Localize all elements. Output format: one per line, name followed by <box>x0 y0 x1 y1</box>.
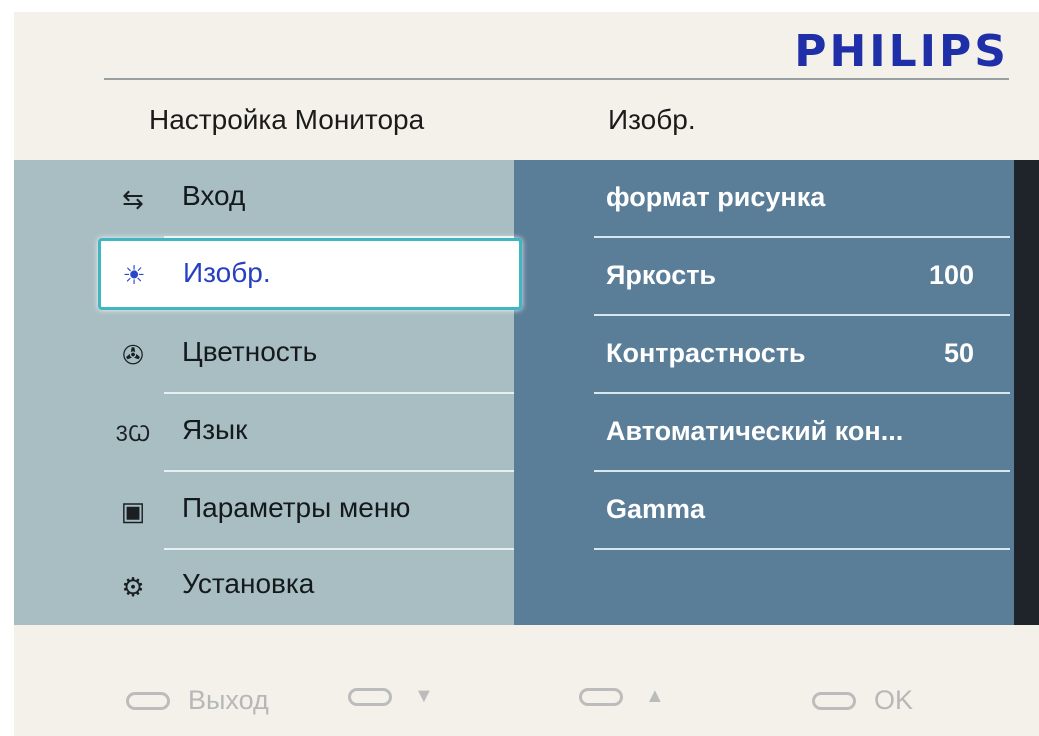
exit-label: Выход <box>188 685 269 715</box>
up-arrow-icon: ▲ <box>645 685 665 707</box>
menu-item-setup[interactable]: ⚙ Установка <box>14 548 514 626</box>
menu-item-menu-settings[interactable]: ▣ Параметры меню <box>14 472 514 550</box>
setup-gear-icon: ⚙ <box>121 571 145 602</box>
button-pill-icon <box>126 691 170 710</box>
brightness-icon: ☀ <box>122 259 146 290</box>
menu-title: Настройка Монитора <box>149 104 425 135</box>
menu-settings-icon: ▣ <box>120 495 146 526</box>
submenu-item-label: формат рисунка <box>606 182 826 212</box>
brightness-value: 100 <box>928 260 974 290</box>
submenu-item-label: Контрастность <box>606 338 806 368</box>
footer-controls: Выход ▼ ▲ OK <box>14 625 1039 736</box>
submenu-item-gamma[interactable]: Gamma <box>514 472 1014 550</box>
top-divider <box>104 78 1009 80</box>
ok-label: OK <box>874 685 914 715</box>
menu-item-label: Установка <box>182 568 315 599</box>
exit-button[interactable]: Выход <box>126 685 269 716</box>
submenu-item-label: Автоматический кон... <box>606 416 904 446</box>
osd-screen: PHILIPS Настройка Монитора Изобр. ⇆ Вход… <box>14 12 1039 736</box>
language-icon: 3Ꞷ <box>115 421 151 446</box>
ok-button[interactable]: OK <box>812 685 913 716</box>
menu-item-label: Изобр. <box>183 257 271 288</box>
down-arrow-icon: ▼ <box>414 685 434 707</box>
menu-item-label: Вход <box>182 180 246 211</box>
down-button[interactable]: ▼ <box>348 685 434 708</box>
menu-item-language[interactable]: 3Ꞷ Язык <box>14 394 514 472</box>
button-pill-icon <box>812 691 856 710</box>
brand-logo: PHILIPS <box>794 26 1009 77</box>
menu-item-picture-selected[interactable]: ☀ Изобр. <box>98 238 522 310</box>
submenu-item-label: Яркость <box>606 260 717 290</box>
button-pill-icon <box>348 687 392 706</box>
menu-item-color[interactable]: ✇ Цветность <box>14 316 514 394</box>
submenu-item-contrast[interactable]: Контрастность 50 <box>514 316 1014 394</box>
menu-item-label: Параметры меню <box>182 492 411 523</box>
submenu-title: Изобр. <box>608 104 696 135</box>
submenu-item-auto-contrast[interactable]: Автоматический кон... <box>514 394 1014 472</box>
up-button[interactable]: ▲ <box>579 685 665 708</box>
button-pill-icon <box>579 687 623 706</box>
panel-edge <box>1014 160 1039 625</box>
submenu-item-picture-format[interactable]: формат рисунка <box>514 160 1014 238</box>
menu-item-label: Язык <box>182 414 248 445</box>
submenu-item-empty <box>514 550 1014 628</box>
menu-item-input[interactable]: ⇆ Вход <box>14 160 514 238</box>
menu-item-label: Цветность <box>182 336 318 367</box>
input-icon: ⇆ <box>122 183 144 214</box>
submenu-item-label: Gamma <box>606 494 706 524</box>
submenu-item-brightness[interactable]: Яркость 100 <box>514 238 1014 316</box>
contrast-value: 50 <box>943 338 974 368</box>
color-icon: ✇ <box>122 339 144 370</box>
